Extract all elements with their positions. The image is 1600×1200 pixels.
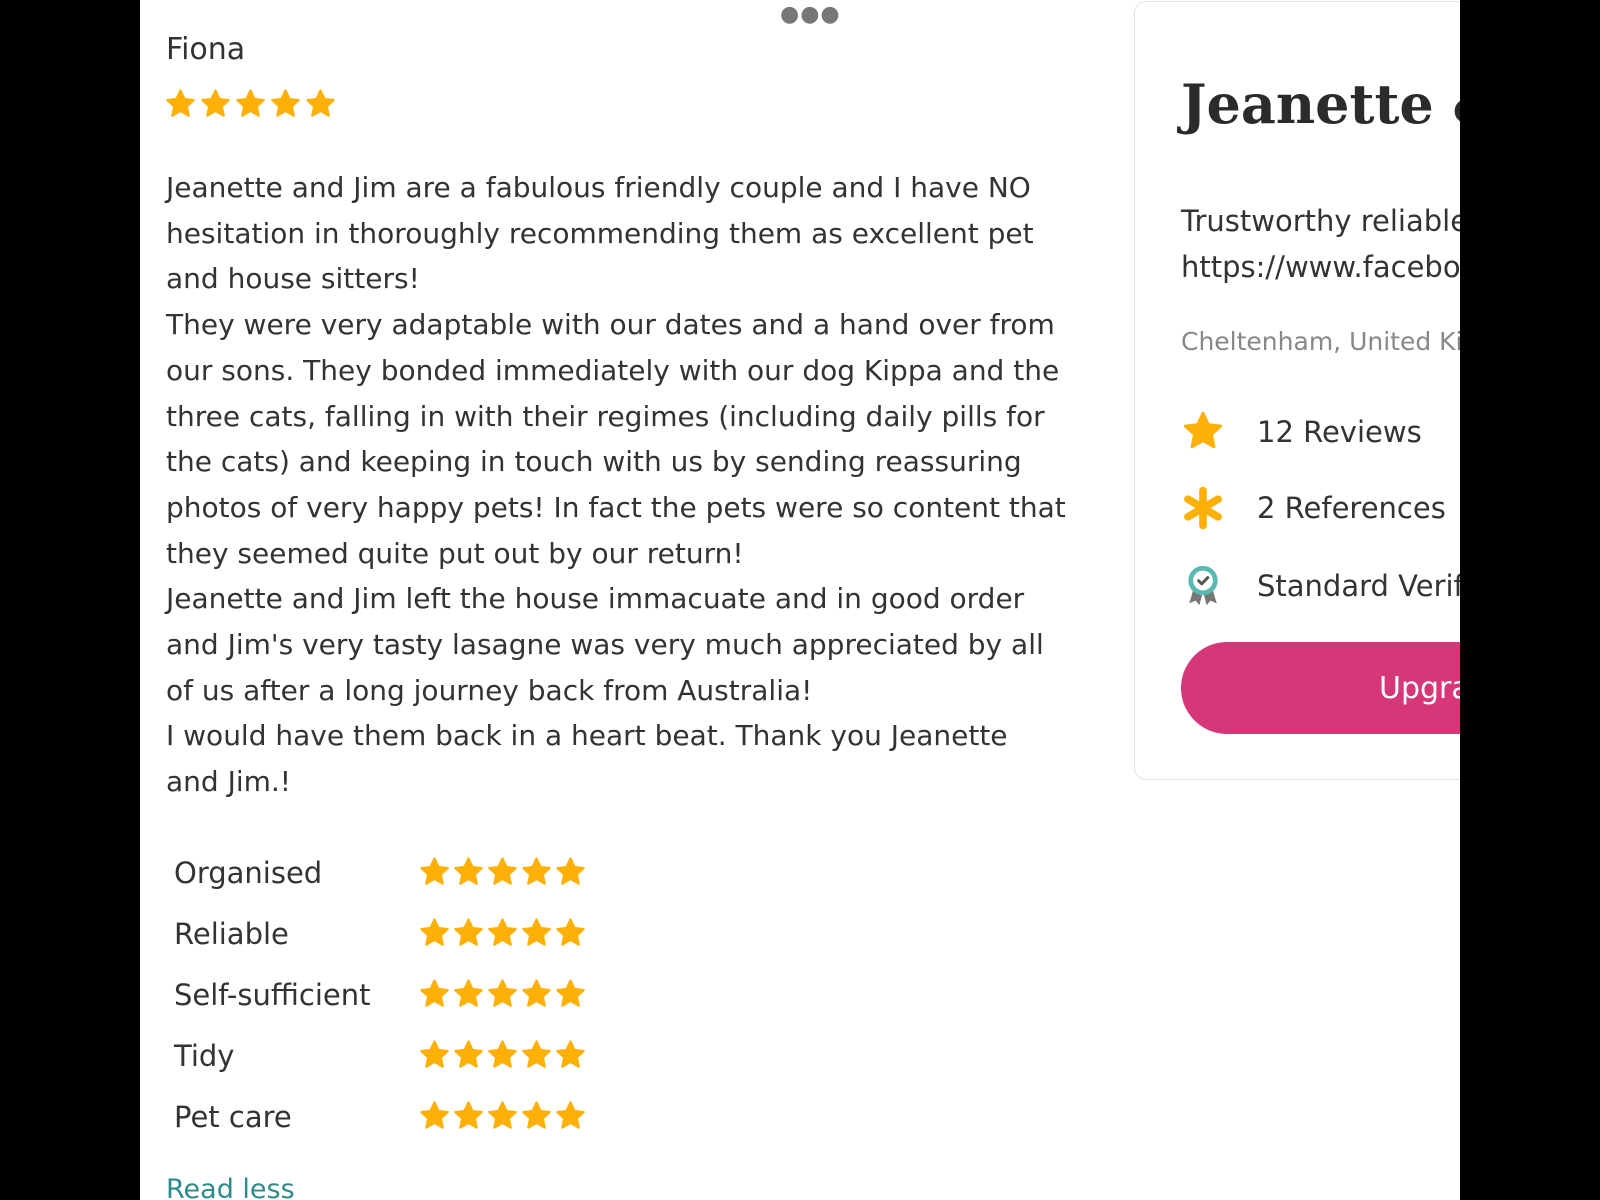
- rating-stars: [418, 1100, 587, 1133]
- review-paragraph: I would have them back in a heart beat. …: [166, 719, 1008, 799]
- rating-row-organised: Organised: [174, 842, 587, 903]
- overall-rating-stars: [164, 88, 337, 121]
- reviews-stat[interactable]: 12 Reviews: [1181, 410, 1422, 454]
- star-icon: [556, 1040, 585, 1068]
- tagline-line: Trustworthy reliable: [1181, 204, 1460, 238]
- profile-card: Jeanette & Trustworthy reliable https://…: [1134, 1, 1460, 780]
- verified-badge-icon: [1181, 564, 1225, 608]
- asterisk-icon: [1181, 486, 1225, 530]
- references-count-label: 2 References: [1257, 491, 1446, 525]
- star-icon: [488, 857, 517, 885]
- rating-row-self-sufficient: Self-sufficient: [174, 964, 587, 1025]
- review-text: Jeanette and Jim are a fabulous friendly…: [166, 165, 1066, 805]
- rating-stars: [418, 917, 587, 950]
- profile-tagline: Trustworthy reliable https://www.facebo: [1181, 198, 1460, 290]
- star-icon: [420, 1101, 449, 1129]
- star-icon: [522, 918, 551, 946]
- rating-label: Tidy: [174, 1038, 235, 1073]
- star-icon: [420, 918, 449, 946]
- star-icon: [556, 918, 585, 946]
- star-icon: [454, 1101, 483, 1129]
- star-icon: [306, 89, 335, 117]
- star-icon: [201, 89, 230, 117]
- verification-stat[interactable]: Standard Verif: [1181, 564, 1460, 608]
- star-icon: [522, 1101, 551, 1129]
- review-page: ●●● Fiona Jeanette and Jim are a fabulou…: [140, 0, 1460, 1200]
- star-icon: [522, 1040, 551, 1068]
- star-icon: [454, 979, 483, 1007]
- rating-stars: [418, 1039, 587, 1072]
- star-icon: [522, 979, 551, 1007]
- rating-stars: [418, 856, 587, 889]
- review-paragraph: Jeanette and Jim are a fabulous friendly…: [166, 171, 1034, 296]
- read-less-link[interactable]: Read less: [166, 1174, 295, 1200]
- upgrade-button[interactable]: Upgra: [1181, 642, 1460, 734]
- star-icon: [556, 857, 585, 885]
- rating-stars: [418, 978, 587, 1011]
- star-icon: [166, 89, 195, 117]
- profile-name: Jeanette &: [1181, 72, 1460, 136]
- reviewer-name: Fiona: [166, 32, 246, 67]
- rating-row-pet-care: Pet care: [174, 1086, 587, 1147]
- rating-label: Organised: [174, 855, 323, 890]
- star-icon: [488, 1101, 517, 1129]
- star-icon: [420, 979, 449, 1007]
- star-icon: [271, 89, 300, 117]
- rating-label: Self-sufficient: [174, 977, 371, 1012]
- rating-label: Pet care: [174, 1099, 292, 1134]
- star-icon: [1181, 410, 1225, 454]
- star-icon: [236, 89, 265, 117]
- rating-row-tidy: Tidy: [174, 1025, 587, 1086]
- rating-label: Reliable: [174, 916, 289, 951]
- review-paragraph: They were very adaptable with our dates …: [166, 308, 1066, 570]
- star-icon: [454, 918, 483, 946]
- star-icon: [454, 1040, 483, 1068]
- star-icon: [454, 857, 483, 885]
- star-icon: [488, 1040, 517, 1068]
- profile-location: Cheltenham, United Ki: [1181, 327, 1460, 356]
- review-paragraph: Jeanette and Jim left the house immacuat…: [166, 582, 1044, 707]
- star-icon: [556, 1101, 585, 1129]
- rating-row-reliable: Reliable: [174, 903, 587, 964]
- verification-label: Standard Verif: [1257, 569, 1460, 603]
- star-icon: [522, 857, 551, 885]
- category-ratings: Organised Reliable Self-sufficient Tidy …: [174, 842, 587, 1147]
- references-stat[interactable]: 2 References: [1181, 486, 1446, 530]
- star-icon: [488, 918, 517, 946]
- reviews-count-label: 12 Reviews: [1257, 415, 1422, 449]
- star-icon: [556, 979, 585, 1007]
- star-icon: [420, 857, 449, 885]
- star-icon: [420, 1040, 449, 1068]
- tagline-link[interactable]: https://www.facebo: [1181, 244, 1460, 290]
- more-horizontal-icon[interactable]: ●●●: [780, 4, 841, 26]
- star-icon: [488, 979, 517, 1007]
